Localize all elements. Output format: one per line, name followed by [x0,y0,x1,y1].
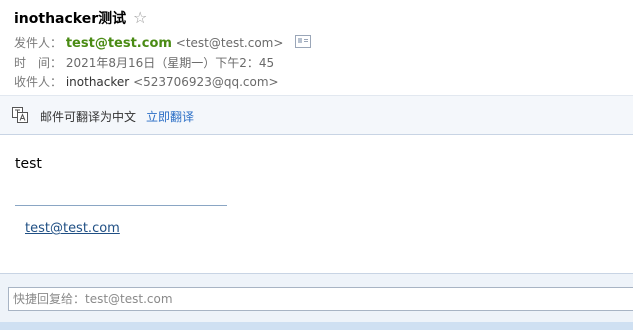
recipient-address: <523706923@qq.com> [133,75,279,89]
translate-icon [12,107,28,123]
recipient-name[interactable]: inothacker [66,75,129,89]
star-icon[interactable]: ☆ [133,8,147,27]
email-body-text: test [15,156,42,172]
quick-reply-input[interactable] [8,287,633,311]
email-header: inothacker测试 ☆ 发件人： test@test.com <test@… [0,0,633,95]
time-value: 2021年8月16日（星期一）下午2：45 [65,56,275,70]
translate-text: 邮件可翻译为中文 [40,110,137,124]
time-row: 时 间： 2021年8月16日（星期一）下午2：45 [14,54,274,71]
to-row: 收件人： inothacker <523706923@qq.com> [14,73,279,90]
signature-email-link[interactable]: test@test.com [25,221,120,236]
to-label: 收件人： [14,75,63,89]
contact-card-icon[interactable] [295,35,312,48]
from-row: 发件人： test@test.com <test@test.com> [14,34,312,51]
time-label: 时 间： [14,56,63,70]
from-label: 发件人： [14,36,63,50]
translate-bar: 邮件可翻译为中文 立即翻译 [0,95,633,135]
translate-now-link[interactable]: 立即翻译 [146,108,194,125]
email-subject: inothacker测试 ☆ [14,8,147,28]
signature-divider [15,205,227,206]
sender-name[interactable]: test@test.com [66,36,172,51]
subject-text: inothacker测试 [14,11,127,27]
sender-address: <test@test.com> [175,36,284,50]
bottom-toolbar-strip [0,322,633,330]
